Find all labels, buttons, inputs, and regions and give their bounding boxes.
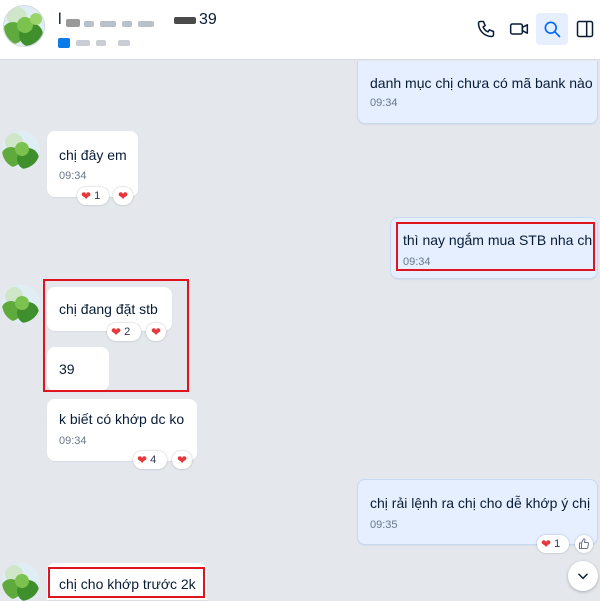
redacted-name-block (84, 21, 94, 27)
redacted-name-block (174, 17, 196, 24)
message-text: chị đây em (59, 147, 127, 163)
reaction-summary[interactable]: ❤ 1 (77, 187, 109, 205)
redacted-name-block (66, 19, 80, 27)
redacted-tag (76, 40, 90, 46)
redacted-tag (96, 40, 106, 46)
sidebar-toggle-icon (576, 20, 594, 38)
message-time: 09:34 (370, 97, 398, 109)
search-icon (544, 21, 561, 38)
heart-icon: ❤ (541, 537, 552, 551)
sender-avatar[interactable] (2, 131, 40, 169)
message-time: 09:35 (370, 519, 398, 531)
video-call-icon (509, 23, 529, 35)
reaction-count: 1 (554, 538, 561, 550)
sender-avatar[interactable] (2, 563, 40, 601)
heart-icon: ❤ (117, 189, 129, 203)
redacted-name-block (138, 21, 154, 27)
add-reaction-button[interactable]: ❤ (113, 187, 133, 205)
message-text: danh mục chị chưa có mã bank nào (370, 75, 593, 91)
reaction-summary[interactable]: ❤ 1 (537, 535, 569, 553)
message-time: 09:34 (59, 435, 87, 447)
redacted-tag (118, 40, 130, 46)
voice-call-button[interactable] (470, 13, 502, 45)
add-reaction-button[interactable]: ❤ (172, 451, 192, 469)
contact-avatar[interactable] (3, 5, 45, 47)
highlight-box (48, 567, 205, 598)
tag-icon (58, 38, 70, 48)
reaction-count: 4 (150, 454, 157, 466)
chat-header: l 39 (0, 0, 600, 60)
message-text: chị rải lệnh ra chị cho dễ khớp ý chị (370, 495, 591, 511)
add-reaction-button[interactable] (575, 535, 593, 553)
reaction-summary[interactable]: ❤ 4 (133, 451, 167, 469)
contact-name-suffix: 39 (199, 11, 217, 28)
thumbs-up-icon (579, 538, 589, 549)
chevron-down-icon (578, 573, 588, 580)
heart-icon: ❤ (81, 189, 92, 203)
contact-name-initial: l (58, 11, 63, 28)
highlight-box (43, 279, 189, 392)
reaction-count: 1 (94, 190, 101, 202)
search-messages-button[interactable] (536, 13, 568, 45)
scroll-to-bottom-button[interactable] (568, 561, 598, 591)
sender-avatar[interactable] (2, 285, 40, 323)
conversation-info-button[interactable] (569, 13, 600, 45)
message-bubble-incoming[interactable]: k biết có khớp dc ko 09:34 (47, 399, 197, 461)
redacted-name-block (122, 21, 132, 27)
heart-icon: ❤ (176, 453, 188, 467)
contact-name[interactable]: l (58, 11, 62, 29)
heart-icon: ❤ (137, 453, 148, 467)
message-list[interactable]: danh mục chị chưa có mã bank nào 09:34 c… (0, 61, 600, 601)
highlight-box (396, 222, 595, 271)
video-call-button[interactable] (503, 13, 535, 45)
message-time: 09:34 (59, 170, 87, 182)
phone-icon (477, 20, 495, 38)
message-text: k biết có khớp dc ko (59, 411, 185, 427)
redacted-name-block (100, 21, 116, 27)
message-bubble-outgoing[interactable]: danh mục chị chưa có mã bank nào 09:34 (357, 61, 598, 124)
